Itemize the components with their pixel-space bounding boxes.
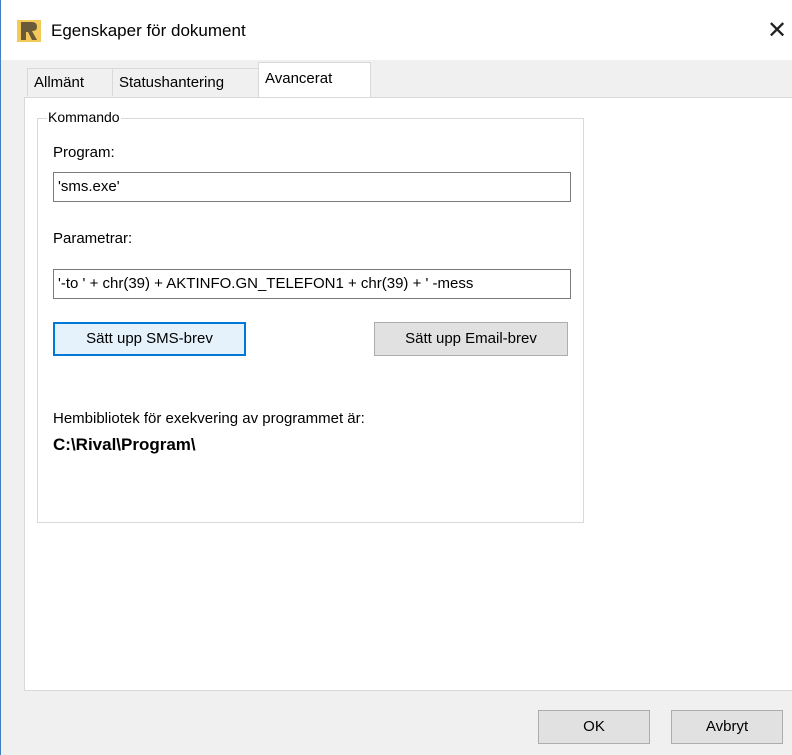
program-input[interactable]: 'sms.exe': [53, 172, 571, 202]
home-directory-label: Hembibliotek för exekvering av programme…: [53, 410, 365, 427]
parameters-input[interactable]: '-to ' + chr(39) + AKTINFO.GN_TELEFON1 +…: [53, 269, 571, 299]
app-logo-icon: [17, 20, 41, 42]
tab-advanced[interactable]: Avancerat: [258, 62, 371, 97]
home-directory-path: C:\Rival\Program\: [53, 435, 196, 454]
setup-sms-letter-button[interactable]: Sätt upp SMS-brev: [53, 322, 246, 356]
ok-button[interactable]: OK: [538, 710, 650, 744]
cancel-button[interactable]: Avbryt: [671, 710, 783, 744]
tab-status-handling[interactable]: Statushantering: [112, 68, 259, 96]
setup-email-letter-button[interactable]: Sätt upp Email-brev: [374, 322, 568, 356]
close-button[interactable]: ✕: [761, 16, 792, 46]
program-label: Program:: [53, 144, 115, 161]
window-title: Egenskaper för dokument: [51, 21, 246, 40]
command-group-label: Kommando: [47, 108, 121, 126]
properties-dialog: Egenskaper för dokument ✕ Allmänt Status…: [0, 0, 792, 755]
parameters-label: Parametrar:: [53, 230, 133, 247]
tab-general[interactable]: Allmänt: [27, 68, 113, 96]
close-icon: ✕: [766, 17, 788, 44]
title-bar: Egenskaper för dokument ✕: [1, 0, 792, 60]
